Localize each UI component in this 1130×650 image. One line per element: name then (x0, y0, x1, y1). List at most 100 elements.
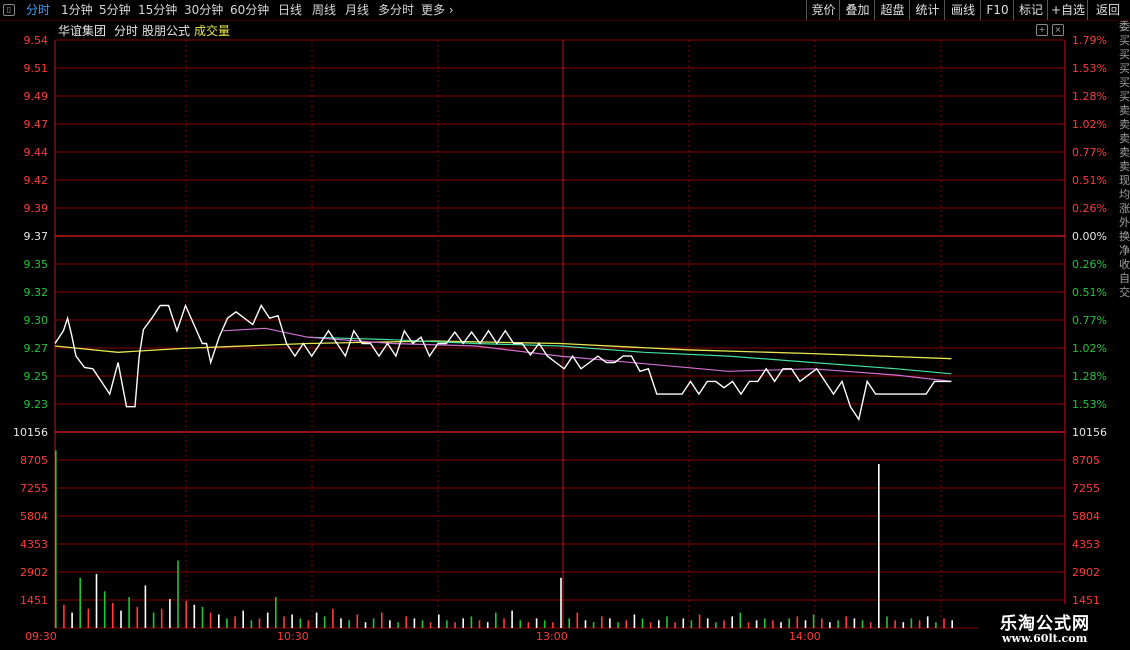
panel-toggle-icon[interactable]: ▯ (3, 4, 15, 16)
volume-bar (323, 616, 326, 628)
pct-label: 0.77% (1072, 314, 1107, 327)
toolbar-button-8[interactable]: 返回 (1087, 0, 1128, 20)
tab-1[interactable]: 1分钟 (61, 2, 93, 18)
volume-bar (486, 622, 489, 628)
volume-bar (617, 622, 619, 628)
toolbar-button-4[interactable]: 画线 (944, 0, 981, 20)
volume-bar (169, 599, 171, 628)
avg-price-line (54, 340, 952, 360)
volume-bar (372, 618, 375, 628)
side-strip-char: 卖 (1119, 146, 1130, 159)
volume-label-right: 8705 (1072, 454, 1100, 467)
volume-bar (698, 614, 701, 628)
toolbar-button-7[interactable]: +自选 (1047, 0, 1088, 20)
side-strip-char: 买 (1119, 34, 1130, 47)
pct-label: 1.02% (1072, 118, 1107, 131)
volume-bar (584, 620, 587, 628)
volume-bar (519, 620, 522, 628)
volume-bar (918, 620, 921, 628)
volume-bar (747, 622, 750, 628)
tab-0[interactable]: 分时 (26, 2, 50, 18)
volume-bar (658, 620, 660, 628)
price-label: 9.30 (23, 314, 49, 327)
volume-bar (568, 618, 570, 628)
volume-bar (690, 620, 693, 628)
volume-bar (829, 622, 831, 628)
volume-bar (845, 616, 847, 628)
toolbar-button-0[interactable]: 竞价 (806, 0, 840, 20)
volume-bar (226, 618, 228, 628)
pct-label: 0.26% (1072, 202, 1107, 215)
volume-bar (780, 622, 782, 628)
tab-3[interactable]: 15分钟 (138, 2, 177, 18)
time-label: 10:30 (277, 630, 309, 643)
volume-bar (421, 620, 424, 628)
volume-bar (755, 620, 758, 628)
pct-label: 0.00% (1072, 230, 1107, 243)
side-strip-char: 外 (1119, 216, 1130, 229)
volume-bar (103, 591, 106, 628)
side-strip-char: 均 (1119, 188, 1130, 201)
toolbar-button-5[interactable]: F10 (980, 0, 1014, 20)
volume-label-right: 10156 (1072, 426, 1107, 439)
volume-bar (503, 618, 505, 628)
volume-bar (935, 622, 937, 628)
toolbar-button-2[interactable]: 超盘 (874, 0, 910, 20)
side-strip-char: 卖 (1119, 132, 1130, 145)
watermark-title: 乐淘公式网 (1000, 614, 1090, 634)
tab-8[interactable]: 月线 (345, 2, 369, 18)
close-icon[interactable]: × (1052, 24, 1064, 36)
zoom-in-icon[interactable]: + (1036, 24, 1048, 36)
volume-bar (340, 618, 342, 628)
toolbar-button-1[interactable]: 叠加 (839, 0, 875, 20)
volume-bar (869, 622, 872, 628)
pct-label: 0.51% (1072, 174, 1107, 187)
volume-bar (601, 616, 603, 628)
tab-2[interactable]: 5分钟 (99, 2, 131, 18)
volume-bar (405, 616, 407, 628)
toolbar-button-6[interactable]: 标记 (1013, 0, 1048, 20)
volume-bar (429, 622, 432, 628)
volume-label-left: 10156 (13, 426, 48, 439)
volume-bar (446, 620, 448, 628)
volume-bar (910, 618, 913, 628)
volume-label-right: 2902 (1072, 566, 1100, 579)
tab-5[interactable]: 60分钟 (230, 2, 269, 18)
volume-bar (136, 606, 139, 628)
tab-7[interactable]: 周线 (312, 2, 336, 18)
volume-label-right: 4353 (1072, 538, 1100, 551)
price-line (54, 303, 952, 422)
volume-bar (560, 577, 562, 628)
tab-6[interactable]: 日线 (278, 2, 302, 18)
volume-bar (633, 614, 636, 628)
volume-bar (55, 450, 57, 628)
volume-bar (144, 585, 147, 628)
pct-label: 0.77% (1072, 146, 1107, 159)
side-strip-char: 卖 (1119, 104, 1130, 117)
pct-label: 1.53% (1072, 398, 1107, 411)
volume-bar (120, 610, 122, 628)
volume-bar (438, 614, 440, 628)
time-label: 09:30 (25, 630, 57, 643)
period-toolbar: ▯ 分时 1分钟 5分钟 15分钟 30分钟 60分钟 日线 周线 月线 多分时 更多 › 竞价 叠加… (0, 0, 1130, 21)
formula-name[interactable]: 股朋公式 (142, 23, 190, 39)
tab-10[interactable]: 更多 › (421, 2, 454, 18)
volume-bar (275, 597, 277, 628)
stock-name: 华谊集团 (58, 24, 107, 38)
side-strip-char: 涨 (1119, 202, 1130, 215)
volume-bars (55, 450, 953, 628)
price-label: 9.32 (23, 286, 49, 299)
tab-9[interactable]: 多分时 (378, 2, 414, 18)
toolbar-button-3[interactable]: 统计 (909, 0, 945, 20)
volume-bar (250, 620, 253, 628)
tab-4[interactable]: 30分钟 (184, 2, 223, 18)
volume-bar (201, 606, 204, 628)
volume-label-left: 7255 (20, 482, 48, 495)
price-lines (54, 303, 952, 422)
ma2-line (307, 336, 952, 375)
volume-bar (812, 614, 815, 628)
volume-bar (739, 612, 742, 628)
volume-bar (641, 618, 644, 628)
volume-bar (706, 618, 709, 628)
volume-bar (299, 618, 302, 628)
